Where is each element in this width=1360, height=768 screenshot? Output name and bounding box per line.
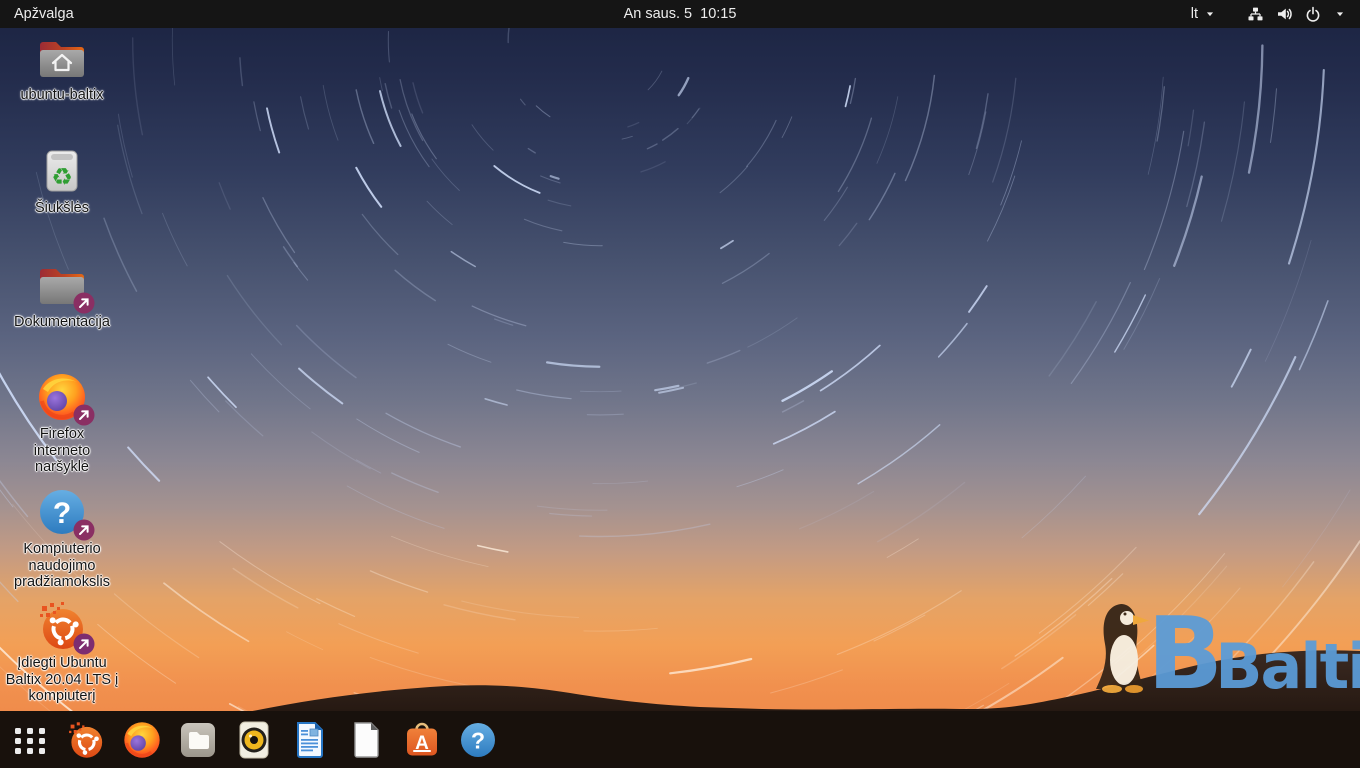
desktop-icon-installer[interactable]: Įdiegti Ubuntu Baltix 20.04 LTS į kompiu… bbox=[6, 600, 118, 705]
pan-down-icon bbox=[1333, 7, 1347, 21]
volume-icon bbox=[1276, 6, 1293, 22]
svg-text:?: ? bbox=[53, 497, 71, 530]
show-applications-grid-icon bbox=[10, 720, 50, 760]
keyboard-layout-label: lt bbox=[1191, 6, 1198, 22]
home-folder-icon bbox=[36, 32, 88, 84]
svg-text:♻: ♻ bbox=[51, 163, 73, 191]
logo-letter-b: B bbox=[1147, 595, 1221, 706]
svg-text:BBaltix: BBaltix bbox=[1147, 595, 1360, 706]
symlink-arrow-icon bbox=[72, 403, 96, 427]
firefox-icon bbox=[122, 720, 162, 760]
dock-libreoffice-button[interactable] bbox=[346, 720, 386, 760]
svg-text:?: ? bbox=[471, 727, 485, 753]
pan-down-icon bbox=[1203, 7, 1217, 21]
panel-indicators: lt bbox=[1191, 0, 1360, 28]
desktop-icon-label: Kompiuterio naudojimo pradžiamokslis bbox=[6, 541, 118, 591]
desktop-icon-label: Šiukšlės bbox=[35, 200, 89, 217]
desktop-icon-label: ubuntu-baltix bbox=[20, 87, 103, 104]
dock: A ? bbox=[0, 711, 1360, 768]
keyboard-layout-button[interactable]: lt bbox=[1191, 0, 1217, 28]
desktop-icon-help-primer[interactable]: ? Kompiuterio naudojimo pradžiamokslis bbox=[6, 486, 118, 591]
desktop-icon-firefox[interactable]: Firefox interneto naršyklė bbox=[6, 371, 118, 476]
system-status-button[interactable] bbox=[1247, 0, 1347, 28]
dock-ubuntu-software-button[interactable]: A bbox=[402, 720, 442, 760]
network-wired-icon bbox=[1247, 6, 1264, 22]
desktop-icon-label: Firefox interneto naršyklė bbox=[19, 426, 105, 476]
power-icon bbox=[1305, 6, 1321, 22]
files-icon bbox=[178, 720, 218, 760]
symlink-arrow-icon bbox=[72, 632, 96, 656]
activities-label: Apžvalga bbox=[14, 6, 74, 22]
help-icon: ? bbox=[458, 720, 498, 760]
libreoffice-writer-icon bbox=[290, 720, 330, 760]
rhythmbox-icon bbox=[234, 720, 274, 760]
ubuntu-software-icon: A bbox=[402, 720, 442, 760]
dock-baltix-button[interactable] bbox=[66, 720, 106, 760]
logo-blue-text: Balti bbox=[1215, 630, 1360, 703]
dock-libreoffice-writer-button[interactable] bbox=[290, 720, 330, 760]
trash-icon: ♻ bbox=[36, 145, 88, 197]
dock-help-button[interactable]: ? bbox=[458, 720, 498, 760]
dock-files-button[interactable] bbox=[178, 720, 218, 760]
dock-rhythmbox-button[interactable] bbox=[234, 720, 274, 760]
clock-label: An saus. 5 10:15 bbox=[624, 6, 737, 22]
penguin-icon bbox=[1096, 604, 1149, 693]
libreoffice-icon bbox=[346, 720, 386, 760]
top-panel: Apžvalga An saus. 5 10:15 lt bbox=[0, 0, 1360, 28]
desktop-icon-trash[interactable]: ♻ Šiukšlės bbox=[6, 145, 118, 217]
desktop-icon-documentation[interactable]: Dokumentacija bbox=[6, 259, 118, 331]
show-applications-button[interactable] bbox=[10, 720, 50, 760]
activities-button[interactable]: Apžvalga bbox=[0, 0, 88, 28]
dock-firefox-button[interactable] bbox=[122, 720, 162, 760]
baltix-watermark: BBaltix bbox=[1083, 594, 1360, 706]
desktop-icon-home[interactable]: ubuntu-baltix bbox=[6, 32, 118, 104]
desktop-icon-label: Įdiegti Ubuntu Baltix 20.04 LTS į kompiu… bbox=[1, 655, 123, 705]
baltix-ubuntu-icon bbox=[66, 720, 106, 760]
symlink-arrow-icon bbox=[72, 518, 96, 542]
desktop-icon-label: Dokumentacija bbox=[14, 314, 110, 331]
symlink-arrow-icon bbox=[72, 291, 96, 315]
clock-button[interactable]: An saus. 5 10:15 bbox=[610, 0, 751, 28]
